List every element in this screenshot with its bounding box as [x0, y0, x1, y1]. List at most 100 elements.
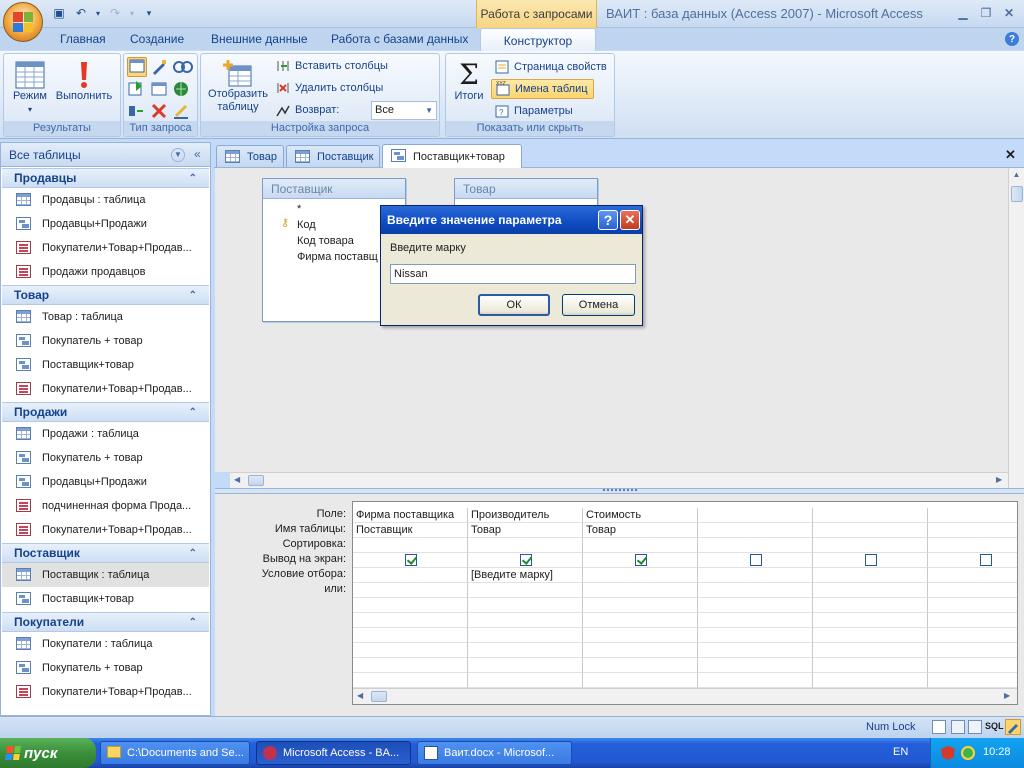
nav-group-header[interactable]: Покупатели ⌃ — [2, 612, 209, 632]
property-sheet-button[interactable]: Страница свойств — [494, 57, 607, 77]
grid-or-cell[interactable] — [813, 658, 928, 673]
grid-or-cell[interactable] — [583, 583, 698, 598]
scroll-thumb[interactable] — [248, 475, 264, 486]
minimize-icon[interactable]: ▁ — [952, 4, 974, 22]
grid-or-cell[interactable] — [813, 598, 928, 613]
grid-or-cell[interactable] — [813, 583, 928, 598]
design-view-icon[interactable] — [1005, 719, 1021, 735]
nav-item[interactable]: Покупатель + товар — [2, 656, 209, 680]
grid-criteria-cell[interactable] — [928, 568, 1017, 583]
grid-or-cell[interactable] — [468, 583, 583, 598]
shutter-bar-close-icon[interactable]: « — [194, 147, 201, 161]
grid-or-cell[interactable] — [698, 613, 813, 628]
close-icon[interactable]: ✕ — [998, 4, 1020, 22]
scroll-thumb[interactable] — [1011, 186, 1023, 202]
collapse-chevron-icon[interactable]: ⌃ — [189, 548, 197, 559]
grid-table-cell[interactable] — [813, 523, 928, 538]
append-query-icon[interactable] — [127, 80, 145, 101]
grid-show-cell[interactable] — [353, 553, 468, 568]
grid-or-cell[interactable] — [468, 658, 583, 673]
nav-group-header[interactable]: Продажи ⌃ — [2, 402, 209, 422]
grid-or-cell[interactable] — [928, 628, 1017, 643]
undo-icon[interactable]: ↶ — [72, 4, 90, 22]
pivot-chart-view-icon[interactable] — [968, 720, 982, 734]
scroll-right-icon[interactable]: ▶ — [1004, 691, 1010, 700]
grid-field-cell[interactable] — [813, 508, 928, 523]
customize-qat-icon[interactable]: ▾ — [140, 4, 158, 22]
splitter-grip-icon[interactable] — [603, 489, 637, 493]
doc-tab-query[interactable]: Поставщик+товар — [382, 144, 522, 168]
scroll-thumb[interactable] — [371, 691, 387, 702]
parameters-button[interactable]: ? Параметры — [494, 101, 573, 121]
security-shield-icon[interactable] — [941, 746, 955, 760]
nav-item[interactable]: Поставщик : таблица — [2, 563, 209, 587]
pivot-table-view-icon[interactable] — [951, 720, 965, 734]
scroll-left-icon[interactable]: ◀ — [357, 691, 363, 700]
show-checkbox[interactable] — [404, 554, 417, 566]
grid-or-cell[interactable] — [583, 628, 698, 643]
grid-criteria-cell[interactable] — [583, 568, 698, 583]
nav-item[interactable]: Покупатели : таблица — [2, 632, 209, 656]
sql-view-button[interactable]: SQL — [985, 721, 1004, 731]
grid-or-cell[interactable] — [698, 598, 813, 613]
grid-or-cell[interactable] — [928, 598, 1017, 613]
select-query-button[interactable] — [127, 57, 147, 77]
nav-group-header[interactable]: Товар ⌃ — [2, 285, 209, 305]
data-definition-query-icon[interactable] — [172, 80, 190, 101]
grid-sort-cell[interactable] — [928, 538, 1017, 553]
grid-or-cell[interactable] — [353, 628, 468, 643]
field-list-item[interactable]: Фирма поставщ — [297, 251, 378, 263]
scroll-up-icon[interactable]: ▲ — [1010, 170, 1023, 182]
nav-item[interactable]: Покупатель + товар — [2, 446, 209, 470]
grid-or-cell[interactable] — [353, 643, 468, 658]
grid-criteria-cell[interactable]: [Введите марку] — [468, 568, 583, 583]
show-checkbox[interactable] — [864, 554, 877, 566]
grid-table-cell[interactable]: Товар — [468, 523, 583, 538]
delete-query-icon[interactable] — [150, 102, 168, 123]
task-access[interactable]: Microsoft Access - BA... — [256, 741, 411, 765]
grid-horizontal-scrollbar[interactable]: ◀ ▶ — [353, 688, 1017, 704]
crosstab-query-icon[interactable] — [172, 58, 194, 79]
grid-table-cell[interactable]: Поставщик — [353, 523, 468, 538]
table-box-title[interactable]: Товар — [455, 179, 597, 199]
nav-item[interactable]: Продавцы+Продажи — [2, 470, 209, 494]
grid-criteria-cell[interactable] — [813, 568, 928, 583]
field-list-item[interactable]: Код — [297, 219, 316, 231]
grid-or-cell[interactable] — [583, 673, 698, 688]
nav-item[interactable]: подчиненная форма Прода... — [2, 494, 209, 518]
grid-or-cell[interactable] — [928, 673, 1017, 688]
grid-or-cell[interactable] — [698, 658, 813, 673]
table-names-button[interactable]: XYZ Имена таблиц — [491, 79, 594, 99]
grid-table-cell[interactable] — [928, 523, 1017, 538]
grid-field-cell[interactable]: Стоимость — [583, 508, 698, 523]
grid-or-cell[interactable] — [698, 643, 813, 658]
grid-or-cell[interactable] — [583, 613, 698, 628]
grid-or-cell[interactable] — [928, 583, 1017, 598]
grid-or-cell[interactable] — [698, 583, 813, 598]
nav-item[interactable]: Покупатели+Товар+Продав... — [2, 236, 209, 260]
tab-home[interactable]: Главная — [60, 32, 106, 46]
nav-item[interactable]: Продажи продавцов — [2, 260, 209, 284]
field-list-item[interactable]: * — [297, 203, 301, 215]
nav-item[interactable]: Поставщик+товар — [2, 353, 209, 377]
doc-tab-supplier[interactable]: Поставщик — [286, 145, 380, 167]
nav-item[interactable]: Товар : таблица — [2, 305, 209, 329]
nav-item[interactable]: Продавцы : таблица — [2, 188, 209, 212]
update-query-icon[interactable] — [150, 80, 168, 101]
show-checkbox[interactable] — [634, 554, 647, 566]
redo-dropdown-icon[interactable]: ▾ — [128, 4, 136, 22]
help-icon[interactable]: ? — [1005, 32, 1019, 46]
close-document-icon[interactable]: ✕ — [1005, 147, 1019, 162]
grid-or-cell[interactable] — [353, 673, 468, 688]
grid-or-cell[interactable] — [353, 658, 468, 673]
grid-or-cell[interactable] — [353, 598, 468, 613]
union-query-icon[interactable] — [127, 102, 145, 123]
show-table-button[interactable]: Отобразить таблицу — [203, 58, 273, 114]
grid-field-cell[interactable] — [928, 508, 1017, 523]
nav-header[interactable]: Все таблицы ▼ « — [1, 143, 210, 167]
nav-item[interactable]: Покупатели+Товар+Продав... — [2, 680, 209, 704]
grid-or-cell[interactable] — [583, 643, 698, 658]
tab-database-tools[interactable]: Работа с базами данных — [331, 32, 468, 46]
grid-or-cell[interactable] — [583, 598, 698, 613]
grid-table-cell[interactable] — [698, 523, 813, 538]
